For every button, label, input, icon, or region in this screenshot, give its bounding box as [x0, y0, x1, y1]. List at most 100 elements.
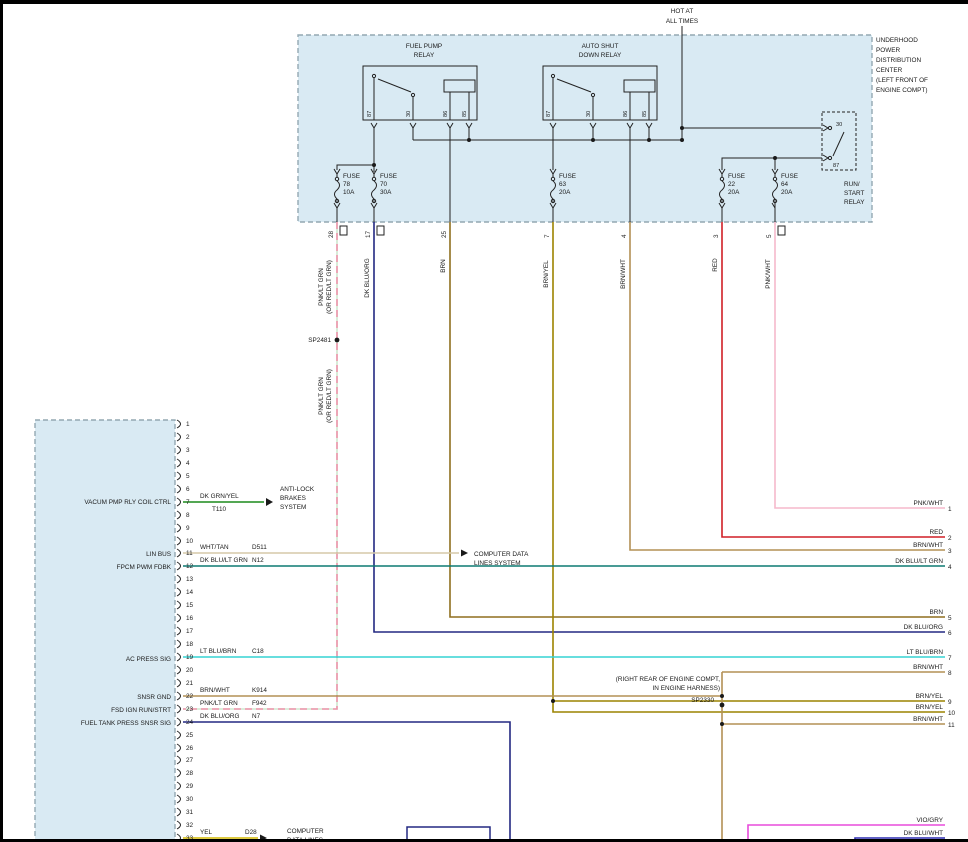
right-wire-label: BRN/WHT — [913, 664, 943, 671]
wire-brn-wht-asd — [630, 222, 945, 550]
module-pin-number: 7 — [186, 499, 190, 506]
asd-relay-label: DOWN RELAY — [579, 52, 622, 59]
module-pin-number: 29 — [186, 783, 194, 790]
circuit-code-d511: D511 — [252, 544, 267, 551]
right-pin-number: 10 — [948, 710, 956, 717]
dest-computer-data-lines: LINES SYSTEM — [474, 560, 521, 567]
wire-dkblu-org — [374, 222, 945, 632]
module-pin-number: 21 — [186, 680, 194, 687]
junction-dot — [680, 138, 684, 142]
pdc-pin-7: 7 — [544, 234, 551, 238]
pdc-pin-17: 17 — [365, 230, 372, 238]
pdc-title: ENGINE COMPT) — [876, 87, 927, 94]
frame-left — [0, 0, 3, 842]
right-pin-number: 2 — [948, 535, 952, 542]
pdc-title: CENTER — [876, 67, 903, 74]
splice-sp2330-location: (RIGHT REAR OF ENGINE COMPT, — [616, 676, 720, 683]
hot-at-label: HOT AT — [671, 8, 694, 15]
junction-dot — [773, 156, 777, 160]
right-pin-number: 9 — [948, 699, 952, 706]
module-pin-number: 30 — [186, 796, 194, 803]
wire-label-brn-wht: BRN/WHT — [620, 259, 627, 289]
signal-fsd-ign: FSD IGN RUN/STRT — [111, 707, 171, 714]
circuit-code-n7: N7 — [252, 713, 261, 720]
fpcm-module-box — [35, 420, 175, 842]
signal-vacuum-pump-relay: VACUM PMP RLY COIL CTRL — [84, 499, 171, 506]
wire-color-ltblu-brn: LT BLU/BRN — [200, 648, 237, 655]
right-pin-number: 4 — [948, 564, 952, 571]
module-pin-number: 12 — [186, 563, 194, 570]
wire-brn-wht-ground — [183, 672, 945, 842]
asd-relay-label: AUTO SHUT — [582, 43, 619, 50]
circuit-code-c18: C18 — [252, 648, 264, 655]
signal-fuel-tank-press: FUEL TANK PRESS SNSR SIG — [81, 720, 171, 727]
connector-marker — [377, 226, 384, 235]
fuse-22-amps: 20A — [728, 189, 740, 196]
right-wire-label: BRN/WHT — [913, 542, 943, 549]
connector-marker — [340, 226, 347, 235]
wire-brn-yel — [553, 222, 945, 712]
pdc-pin-4: 4 — [621, 234, 628, 238]
module-pin-number: 1 — [186, 421, 190, 428]
wire-red — [722, 222, 945, 537]
pdc-title: UNDERHOOD — [876, 37, 918, 44]
module-pin-number: 20 — [186, 667, 194, 674]
module-pin-number: 19 — [186, 654, 194, 661]
junction-dot — [372, 163, 376, 167]
dest-abs-system: BRAKES — [280, 495, 306, 502]
module-pin-number: 15 — [186, 602, 194, 609]
circuit-code-t110: T110 — [212, 506, 227, 513]
wiring-diagram: HOT AT ALL TIMES UNDERHOOD POWER DISTRIB… — [0, 0, 968, 842]
wire-color-wht-tan: WHT/TAN — [200, 544, 229, 551]
pdc-title: (LEFT FRONT OF — [876, 77, 928, 84]
right-pin-number: 8 — [948, 670, 952, 677]
wire-label-pnk-ltgrn: PNK/LT GRN — [318, 268, 325, 306]
module-pin-number: 4 — [186, 460, 190, 467]
wire-label-pnk-ltgrn-alt: (OR RED/LT GRN) — [326, 260, 333, 314]
fuse-70-label: FUSE — [380, 173, 397, 180]
arrow-to-abs-system — [266, 498, 273, 506]
junction-dot — [591, 138, 595, 142]
wire-label-red: RED — [712, 258, 719, 272]
dest-computer-data-lines-bottom: COMPUTER — [287, 828, 324, 835]
right-wire-label: DK BLU/WHT — [904, 830, 944, 837]
fuse-63-number: 63 — [559, 181, 567, 188]
module-pin-number: 27 — [186, 757, 194, 764]
right-wire-label: BRN/YEL — [916, 693, 944, 700]
signal-ac-press-sig: AC PRESS SIG — [126, 656, 171, 663]
module-pin-number: 10 — [186, 538, 194, 545]
system-arrows — [260, 498, 468, 842]
relay-pin-30: 30 — [406, 111, 412, 117]
fuse-70-amps: 30A — [380, 189, 392, 196]
right-wire-label: PNK/WHT — [914, 500, 944, 507]
fuse-78-number: 78 — [343, 181, 351, 188]
right-pin-number: 11 — [948, 722, 955, 729]
fuse-64-number: 64 — [781, 181, 789, 188]
circuit-code-k914: K914 — [252, 687, 267, 694]
run-start-pin-87: 87 — [833, 163, 839, 169]
fuse-22-label: FUSE — [728, 173, 745, 180]
fuel-pump-relay-label: FUEL PUMP — [406, 43, 442, 50]
wiring-diagram-page: HOT AT ALL TIMES UNDERHOOD POWER DISTRIB… — [0, 0, 968, 842]
junction-dot — [720, 694, 724, 698]
module-pin-number: 28 — [186, 770, 194, 777]
fuse-63-amps: 20A — [559, 189, 571, 196]
module-pin-number: 32 — [186, 822, 194, 829]
fuse-64-amps: 20A — [781, 189, 793, 196]
fuse-78-amps: 10A — [343, 189, 355, 196]
relay-pin-87: 87 — [367, 111, 373, 117]
run-start-pin-30: 30 — [836, 122, 842, 128]
right-wire-label: LT BLU/BRN — [907, 649, 944, 656]
right-wire-label: VIO/GRY — [916, 817, 943, 824]
wire-label-brn-yel: BRN/YEL — [543, 260, 550, 288]
module-pin-number: 22 — [186, 693, 194, 700]
splice-sp2330-location: IN ENGINE HARNESS) — [653, 685, 720, 692]
junction-dot — [647, 138, 651, 142]
right-wire-label: DK BLU/LT GRN — [895, 558, 943, 565]
relay-pin-86: 86 — [623, 111, 629, 117]
wire-label-brn: BRN — [440, 259, 447, 273]
arrow-to-data-lines — [461, 550, 468, 557]
junction-dot — [467, 138, 471, 142]
fuse-63-label: FUSE — [559, 173, 576, 180]
signal-snsr-gnd: SNSR GND — [137, 694, 171, 701]
